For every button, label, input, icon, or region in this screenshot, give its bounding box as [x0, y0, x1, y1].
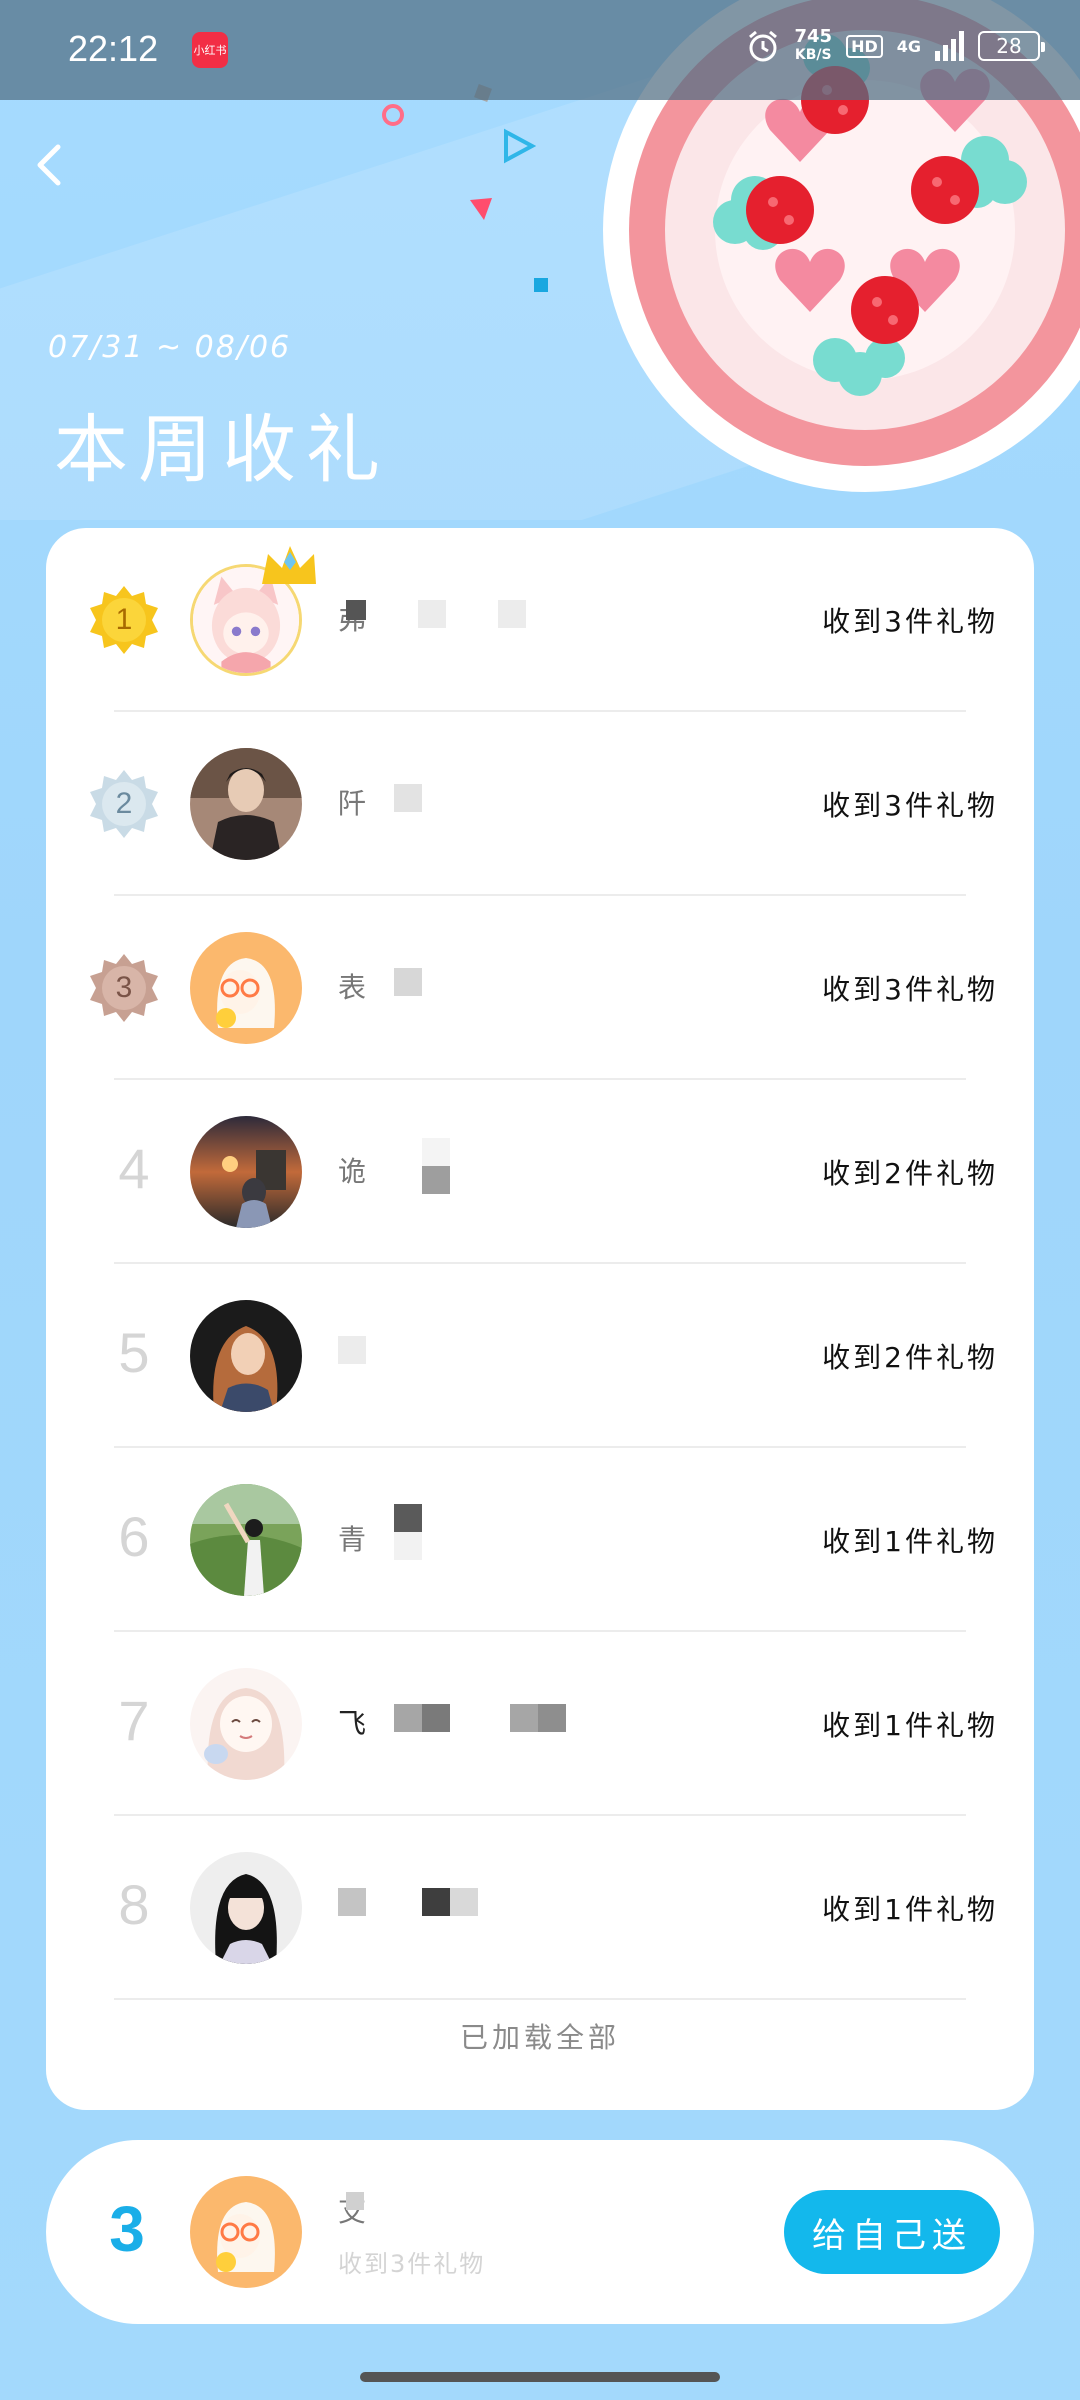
user-name-masked: 青 — [338, 1504, 588, 1568]
list-item[interactable]: 1 弗 收到3件礼物 — [46, 528, 1034, 712]
gift-count: 收到2件礼物 — [822, 1341, 998, 1374]
user-name-masked: 弗 — [338, 588, 588, 648]
list-item[interactable]: 5 收到2件礼物 — [46, 1264, 1034, 1448]
rank-number: 7 — [118, 1689, 150, 1752]
user-name-masked: 阡 — [338, 772, 588, 832]
avatar[interactable] — [190, 748, 302, 860]
divider — [114, 1998, 966, 2000]
gift-count: 收到3件礼物 — [822, 973, 998, 1006]
avatar[interactable] — [190, 1484, 302, 1596]
status-time: 22:12 — [68, 28, 159, 69]
gift-count: 收到3件礼物 — [822, 605, 998, 638]
crown-icon — [262, 546, 316, 584]
list-item[interactable]: 7 飞 收到1件礼物 — [46, 1632, 1034, 1816]
hd-icon: HD — [846, 34, 883, 58]
gift-count: 收到1件礼物 — [822, 1709, 998, 1742]
my-gift-count: 收到3件礼物 — [338, 2250, 486, 2278]
back-arrow-icon[interactable] — [20, 135, 80, 195]
gift-count: 收到2件礼物 — [822, 1157, 998, 1190]
rank-number: 3 — [115, 971, 133, 1004]
rank-number: 8 — [118, 1873, 150, 1936]
battery-icon: 28 — [978, 31, 1045, 61]
network-type: 4G — [896, 36, 921, 56]
my-ranking-card: 3 艾 收到3件礼物 给自己送 — [46, 2140, 1034, 2324]
give-self-gift-button[interactable]: 给自己送 — [784, 2190, 1000, 2274]
confetti-triangle-outline — [504, 128, 536, 164]
user-name-masked — [338, 1324, 588, 1384]
network-speed: 745 KB/S — [794, 26, 833, 64]
signal-icon — [935, 31, 964, 61]
load-all-text: 已加载全部 — [459, 2021, 620, 2054]
ranking-list[interactable]: 1 弗 收到3件礼物 2 — [46, 528, 1034, 2110]
gift-count: 收到1件礼物 — [822, 1525, 998, 1558]
confetti-circle — [382, 104, 404, 126]
rank-number: 6 — [118, 1505, 150, 1568]
my-rank-number: 3 — [109, 2193, 145, 2265]
rank-number: 5 — [118, 1321, 150, 1384]
list-item[interactable]: 4 诡 收到2件礼物 — [46, 1080, 1034, 1264]
rank-number: 4 — [118, 1137, 150, 1200]
alarm-icon — [749, 30, 778, 62]
my-avatar[interactable] — [190, 2176, 302, 2288]
my-name-masked: 艾 — [338, 2180, 588, 2240]
list-item[interactable]: 8 收到1件礼物 — [46, 1816, 1034, 2000]
user-name-masked: 飞 — [338, 1692, 588, 1752]
list-item[interactable]: 6 青 收到1件礼物 — [46, 1448, 1034, 1632]
user-name-masked: 表 — [338, 956, 588, 1016]
confetti-triangle-red — [470, 198, 492, 220]
date-range: 07/31 ~ 08/06 — [48, 330, 292, 365]
gift-count: 收到1件礼物 — [822, 1893, 998, 1926]
avatar[interactable] — [190, 1668, 302, 1780]
avatar[interactable] — [190, 1116, 302, 1228]
page-title: 本周收礼 — [54, 407, 390, 493]
app-notification-icon: 小红书 — [192, 32, 228, 68]
list-item[interactable]: 2 阡 收到3件礼物 — [46, 712, 1034, 896]
user-name-masked — [338, 1876, 588, 1936]
rank-number: 2 — [115, 787, 133, 820]
status-bar: 22:12 小红书 745 KB/S HD 4G 28 — [0, 0, 1080, 100]
avatar[interactable] — [190, 1852, 302, 1964]
gift-count: 收到3件礼物 — [822, 789, 998, 822]
home-indicator[interactable] — [360, 2372, 720, 2382]
avatar[interactable] — [190, 932, 302, 1044]
avatar[interactable] — [190, 1300, 302, 1412]
confetti-square — [534, 278, 548, 292]
rank-number: 1 — [115, 603, 133, 636]
user-name-masked: 诡 — [338, 1138, 588, 1200]
list-item[interactable]: 3 表 收到3件礼物 — [46, 896, 1034, 1080]
